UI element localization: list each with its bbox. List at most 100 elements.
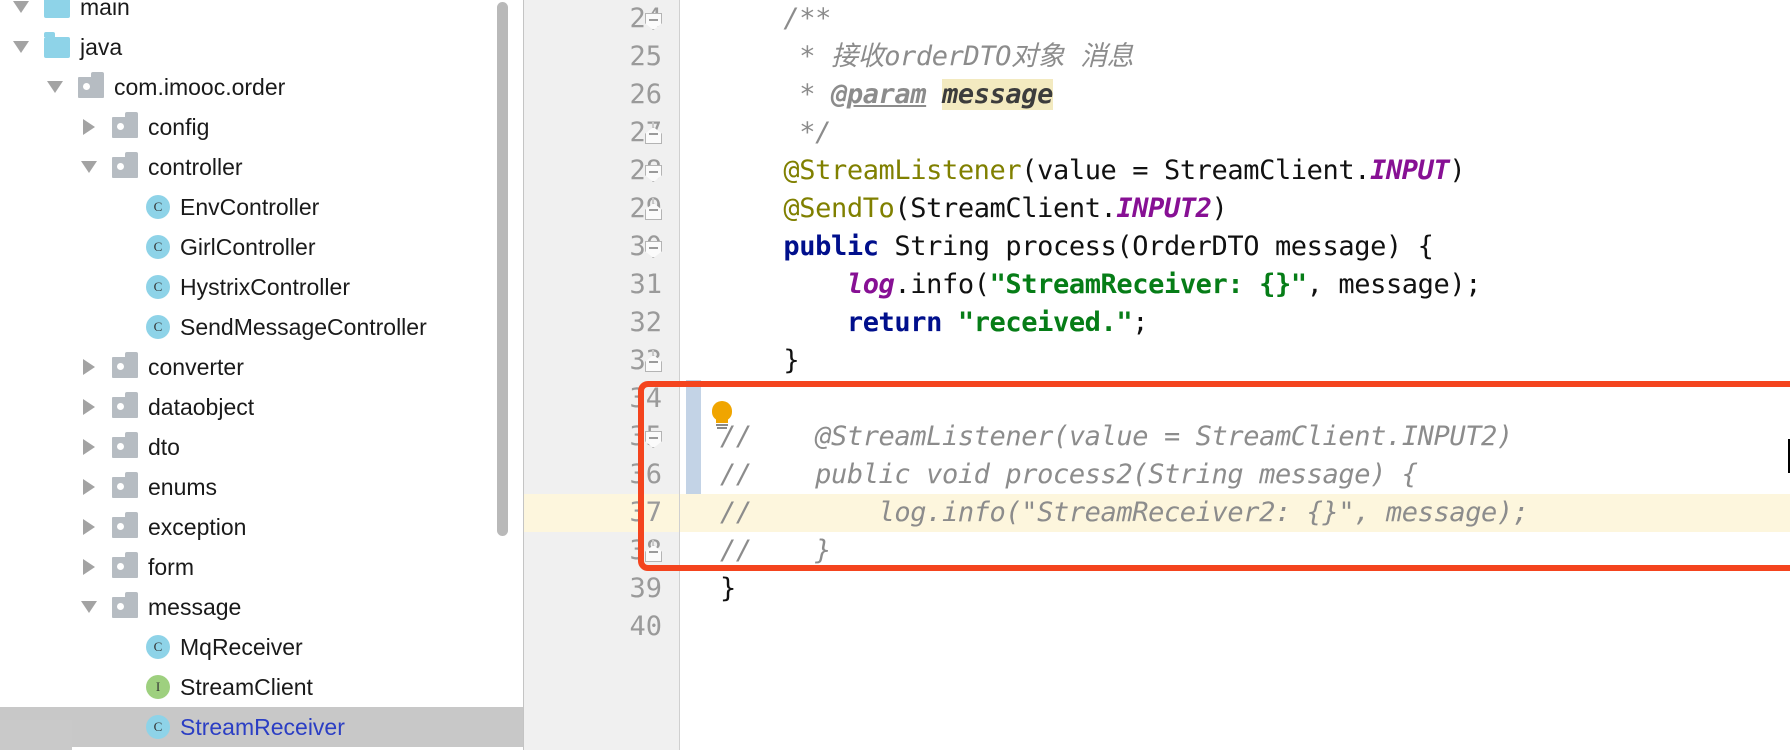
fold-end-icon[interactable] (642, 540, 664, 562)
tree-item-dataobject[interactable]: dataobject (0, 387, 524, 427)
line-number: 40 (629, 611, 662, 642)
tree-item-enums[interactable]: enums (0, 467, 524, 507)
intention-lightbulb-icon[interactable] (709, 401, 735, 429)
code-text: } (720, 345, 800, 376)
class-badge-icon: C (146, 635, 170, 659)
chevron-down-icon[interactable] (8, 41, 34, 53)
tree-item-label: controller (148, 153, 243, 180)
line-number: 37 (524, 494, 679, 532)
folder-gray-icon (112, 431, 138, 458)
code-line[interactable]: 27 */ (524, 114, 1790, 152)
tree-item-label: converter (148, 353, 244, 380)
chevron-down-icon[interactable] (76, 601, 102, 613)
tree-item-girlcontroller[interactable]: C GirlController (0, 227, 524, 267)
code-line[interactable]: 39} (524, 570, 1790, 608)
code-text: @StreamListener(value = StreamClient.INP… (783, 155, 1466, 186)
chevron-right-icon[interactable] (76, 399, 102, 415)
folder-gray-icon (112, 151, 138, 178)
code-text: // public void process2(String message) … (720, 459, 1418, 490)
code-text: public String process(OrderDTO message) … (783, 231, 1434, 262)
project-tree-scrollbar-thumb[interactable] (497, 2, 508, 536)
tree-item-com-imooc-order[interactable]: com.imooc.order (0, 67, 524, 107)
tree-item-label: GirlController (180, 233, 316, 260)
chevron-right-icon[interactable] (76, 479, 102, 495)
tree-item-controller[interactable]: controller (0, 147, 524, 187)
folder-blue-icon (44, 0, 70, 18)
tree-item-main[interactable]: main (0, 0, 524, 27)
tree-item-label: StreamClient (180, 673, 313, 700)
code-line[interactable]: 40 (524, 608, 1790, 646)
chevron-right-icon[interactable] (76, 119, 102, 135)
tree-item-hystrixcontroller[interactable]: C HystrixController (0, 267, 524, 307)
chevron-right-icon[interactable] (76, 519, 102, 535)
code-line[interactable]: 32 return "received."; (524, 304, 1790, 342)
code-line[interactable]: 29 @SendTo(StreamClient.INPUT2) (524, 190, 1790, 228)
code-line[interactable]: 25 * 接收orderDTO对象 消息 (524, 38, 1790, 76)
tree-item-config[interactable]: config (0, 107, 524, 147)
code-text: } (720, 573, 736, 604)
code-line[interactable]: 30 public String process(OrderDTO messag… (524, 228, 1790, 266)
tree-item-exception[interactable]: exception (0, 507, 524, 547)
chevron-right-icon[interactable] (76, 359, 102, 375)
tree-item-label: dto (148, 433, 180, 460)
commented-block-stripe (686, 380, 701, 494)
code-text: // } (720, 535, 831, 566)
project-tree-scrollbar[interactable] (497, 0, 516, 750)
line-number: 36 (629, 459, 662, 490)
code-line[interactable]: 36 // public void process2(String message… (524, 456, 1790, 494)
tree-item-mqreceiver[interactable]: C MqReceiver (0, 627, 524, 667)
tree-item-dto[interactable]: dto (0, 427, 524, 467)
tree-item-streamclient[interactable]: I StreamClient (0, 667, 524, 707)
code-text: // @StreamListener(value = StreamClient.… (720, 421, 1513, 452)
tree-item-label: message (148, 593, 242, 620)
fold-end-icon[interactable] (642, 122, 664, 144)
line-number: 26 (629, 79, 662, 110)
chevron-down-icon[interactable] (76, 161, 102, 173)
line-number: 31 (629, 269, 662, 300)
code-line[interactable]: 31 log.info("StreamReceiver: {}", messag… (524, 266, 1790, 304)
folder-gray-icon (112, 591, 138, 618)
code-editor[interactable]: 24 /**25 * 接收orderDTO对象 消息26 * @param me… (524, 0, 1790, 750)
class-badge-icon: C (146, 235, 170, 259)
tree-item-java[interactable]: java (0, 27, 524, 67)
fold-end-icon[interactable] (642, 350, 664, 372)
chevron-right-icon[interactable] (76, 559, 102, 575)
tree-item-streamreceiver[interactable]: C StreamReceiver (0, 707, 524, 747)
code-line[interactable]: 37 // log.info("StreamReceiver2: {}", mes… (524, 494, 1790, 532)
code-text: @SendTo(StreamClient.INPUT2) (783, 193, 1228, 224)
folder-blue-icon (44, 31, 70, 58)
tree-item-form[interactable]: form (0, 547, 524, 587)
fold-start-icon[interactable] (642, 236, 664, 258)
code-line[interactable]: 38// } (524, 532, 1790, 570)
tree-item-label: EnvController (180, 193, 320, 220)
line-number: 39 (629, 573, 662, 604)
folder-gray-icon (112, 391, 138, 418)
fold-start-icon[interactable] (642, 426, 664, 448)
tree-item-label: MqReceiver (180, 633, 303, 660)
tree-item-label: main (80, 0, 130, 20)
code-text: return "received."; (846, 307, 1149, 338)
tree-item-envcontroller[interactable]: C EnvController (0, 187, 524, 227)
code-line[interactable]: 33 } (524, 342, 1790, 380)
chevron-down-icon[interactable] (8, 1, 34, 13)
tree-item-label: exception (148, 513, 247, 540)
code-line[interactable]: 24 /** (524, 0, 1790, 38)
line-number: 34 (629, 383, 662, 414)
tree-item-message[interactable]: message (0, 587, 524, 627)
code-text: log.info("StreamReceiver: {}", message); (846, 269, 1482, 300)
interface-badge-icon: I (146, 675, 170, 699)
code-line[interactable]: 26 * @param message (524, 76, 1790, 114)
fold-end-icon[interactable] (642, 198, 664, 220)
tree-item-sendmessagecontroller[interactable]: C SendMessageController (0, 307, 524, 347)
tree-item-label: java (80, 33, 123, 60)
class-badge-icon: C (146, 715, 170, 739)
chevron-down-icon[interactable] (42, 81, 68, 93)
chevron-right-icon[interactable] (76, 439, 102, 455)
folder-gray-icon (112, 551, 138, 578)
tree-item-label: dataobject (148, 393, 255, 420)
fold-start-icon[interactable] (642, 160, 664, 182)
project-tool-window[interactable]: main java com.imooc.order config controller C… (0, 0, 524, 750)
tree-item-converter[interactable]: converter (0, 347, 524, 387)
code-line[interactable]: 28 @StreamListener(value = StreamClient.… (524, 152, 1790, 190)
fold-start-icon[interactable] (642, 8, 664, 30)
